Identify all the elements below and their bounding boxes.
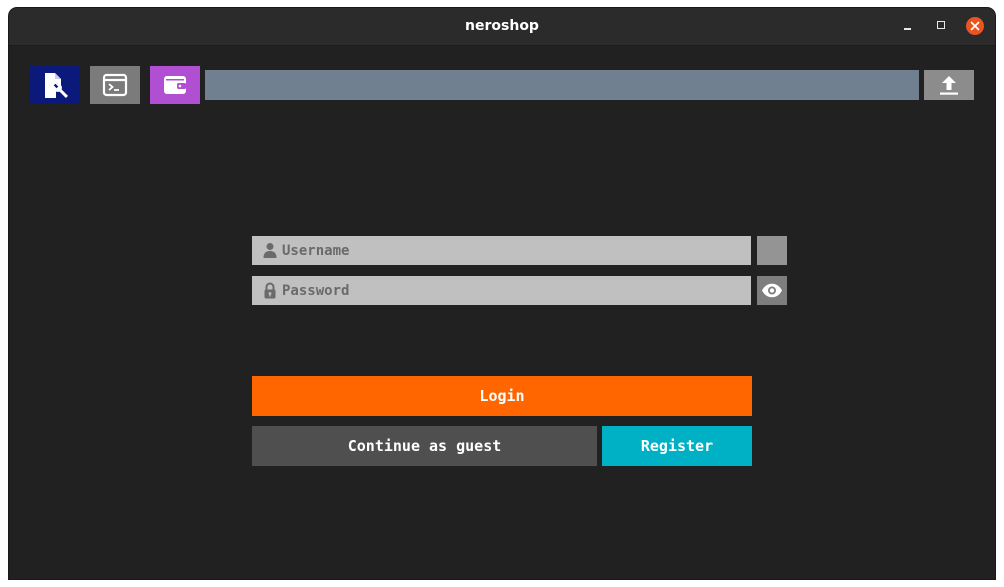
password-input[interactable] (282, 276, 742, 305)
upload-button[interactable] (924, 70, 974, 100)
lock-icon (264, 282, 276, 299)
wallet-button[interactable] (150, 66, 200, 104)
settings-button[interactable] (30, 66, 80, 104)
maximize-button[interactable] (933, 17, 951, 35)
username-field[interactable] (252, 236, 751, 265)
wallet-icon (164, 76, 186, 94)
user-icon (263, 243, 277, 258)
window-title: neroshop (465, 18, 539, 34)
username-input[interactable] (282, 236, 742, 265)
close-icon (970, 21, 980, 31)
title-bar: neroshop (9, 8, 995, 46)
close-button[interactable] (966, 17, 984, 35)
continue-as-guest-button[interactable]: Continue as guest (252, 426, 597, 466)
password-visibility-toggle[interactable] (757, 276, 787, 305)
upload-icon (940, 76, 958, 95)
password-field[interactable] (252, 276, 751, 305)
terminal-icon (102, 73, 128, 97)
login-button[interactable]: Login (252, 376, 752, 416)
username-side-box (757, 236, 787, 265)
minimize-button[interactable] (899, 17, 917, 35)
file-wrench-icon (45, 73, 69, 99)
register-button[interactable]: Register (602, 426, 752, 466)
app-window: neroshop Username Login Continue as gues… (9, 8, 995, 579)
console-button[interactable] (90, 66, 140, 104)
eye-icon (762, 283, 782, 298)
sync-status-bar (205, 70, 919, 100)
